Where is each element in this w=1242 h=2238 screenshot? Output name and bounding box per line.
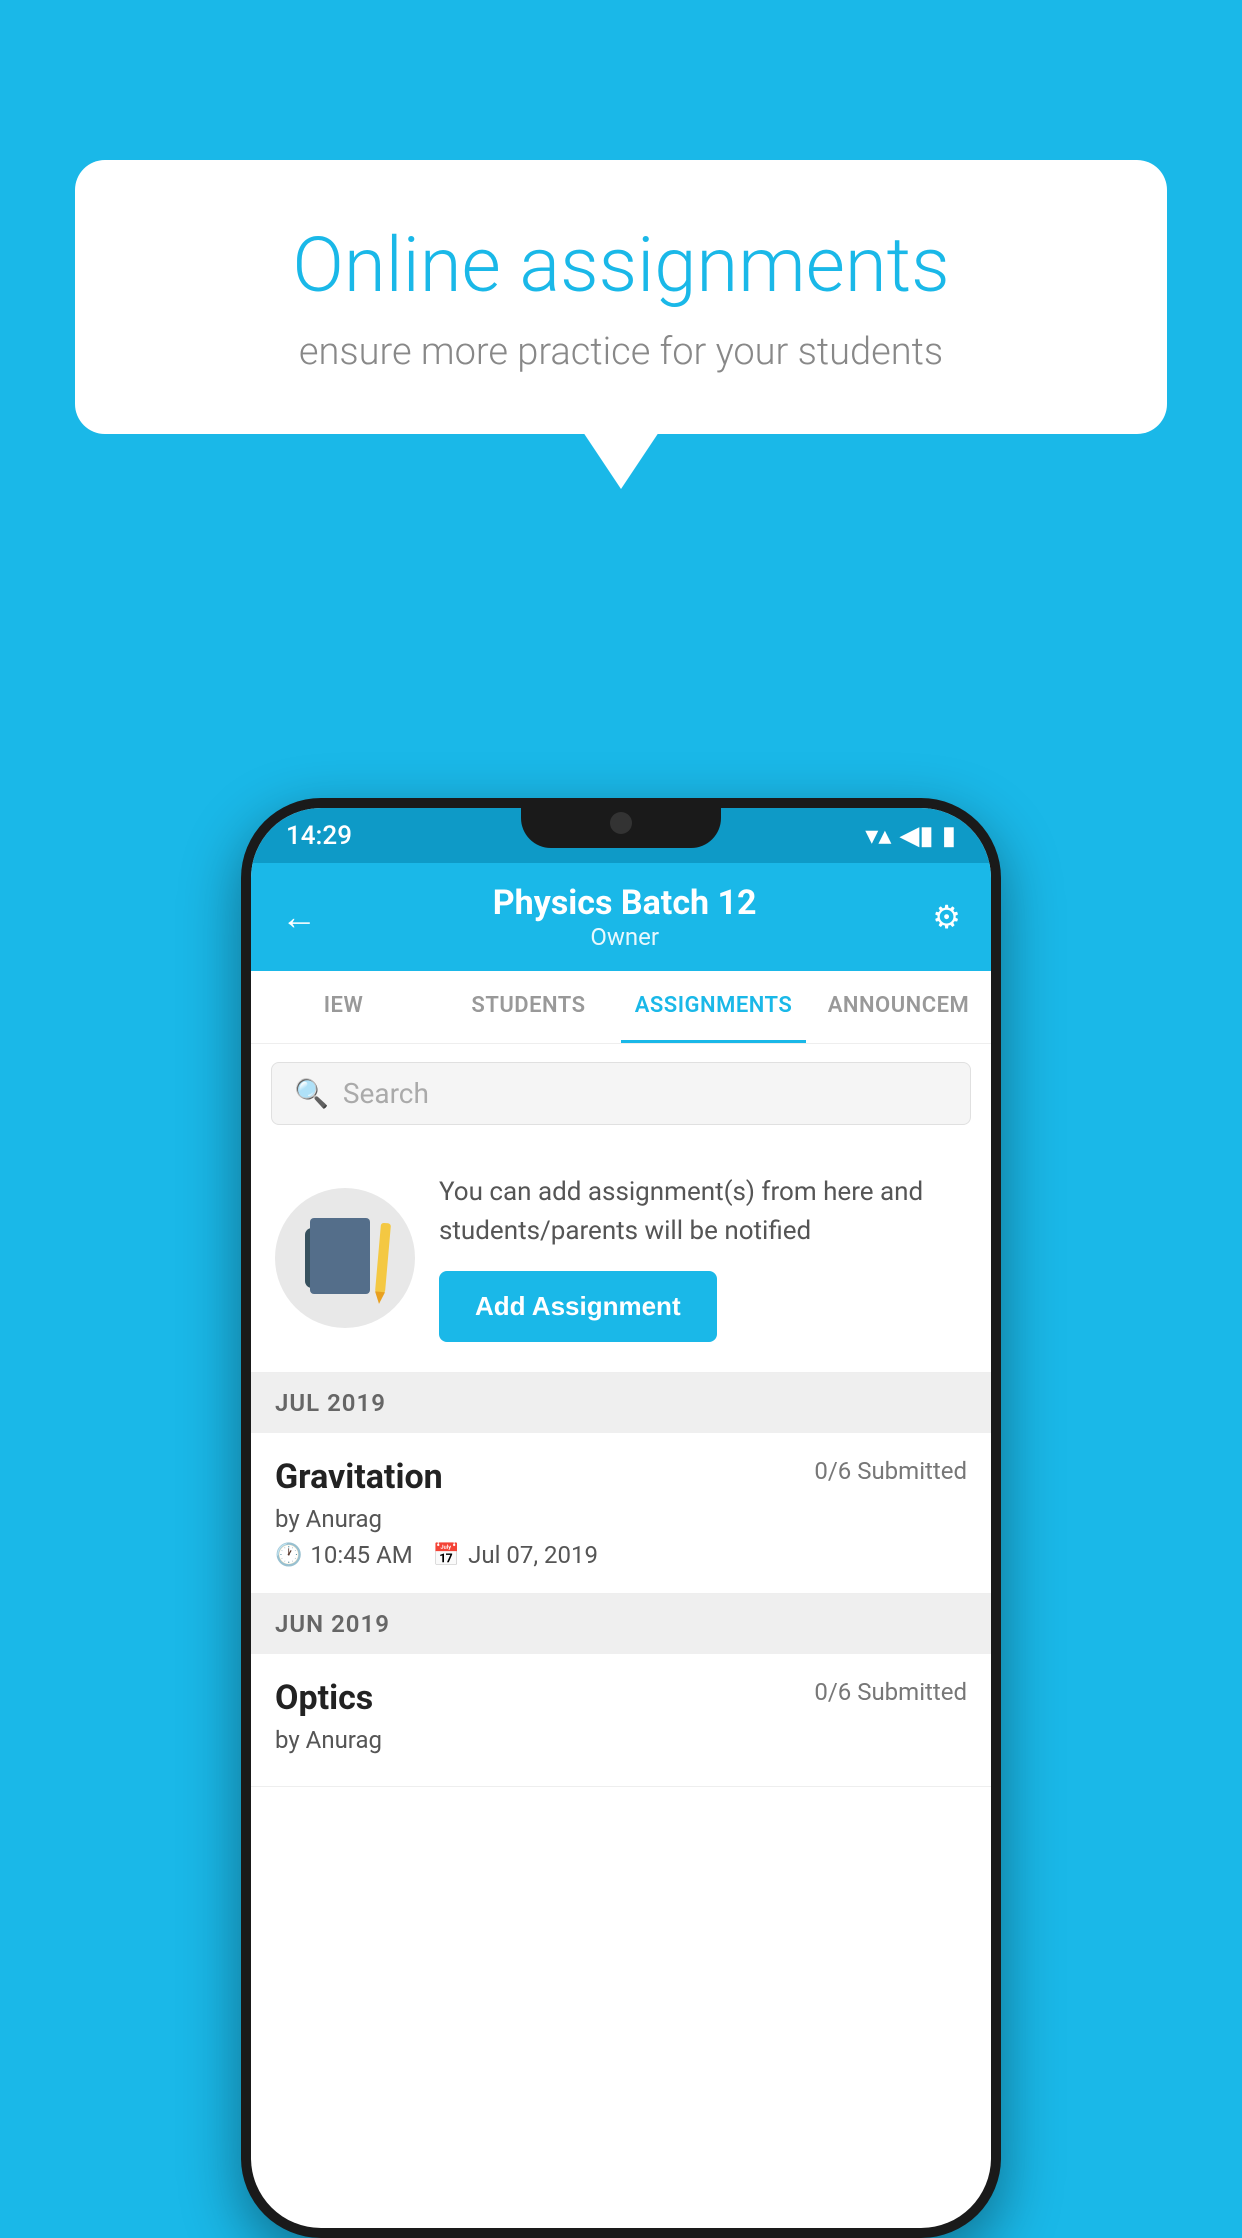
search-container: 🔍 Search <box>251 1044 991 1143</box>
tabs-bar: IEW STUDENTS ASSIGNMENTS ANNOUNCEM <box>251 971 991 1044</box>
assignment-by: by Anurag <box>275 1505 967 1533</box>
phone-screen: 14:29 ▾▴ ◀▮ ▮ ← Physics Batch 12 Owner ⚙… <box>251 808 991 2228</box>
phone-frame: 14:29 ▾▴ ◀▮ ▮ ← Physics Batch 12 Owner ⚙… <box>241 798 1001 2238</box>
assignment-header-row-optics: Optics 0/6 Submitted <box>275 1678 967 1718</box>
clock-icon: 🕐 <box>275 1543 302 1568</box>
notebook-body <box>310 1218 370 1294</box>
search-icon: 🔍 <box>294 1077 329 1110</box>
header-title-container: Physics Batch 12 Owner <box>493 883 757 951</box>
calendar-icon: 📅 <box>433 1543 460 1568</box>
tab-announcements[interactable]: ANNOUNCEM <box>806 971 991 1043</box>
time-display: 14:29 <box>286 821 352 851</box>
batch-title: Physics Batch 12 <box>493 883 757 923</box>
info-icon-circle <box>275 1188 415 1328</box>
search-input-wrapper[interactable]: 🔍 Search <box>271 1062 971 1125</box>
info-description: You can add assignment(s) from here and … <box>439 1173 967 1251</box>
batch-subtitle: Owner <box>493 923 757 951</box>
assignment-submitted: 0/6 Submitted <box>814 1457 967 1485</box>
status-icons: ▾▴ ◀▮ ▮ <box>865 821 956 851</box>
table-row[interactable]: Optics 0/6 Submitted by Anurag <box>251 1654 991 1787</box>
tab-students[interactable]: STUDENTS <box>436 971 621 1043</box>
notebook-pencil <box>375 1222 391 1293</box>
speech-bubble-container: Online assignments ensure more practice … <box>75 160 1167 434</box>
info-block: You can add assignment(s) from here and … <box>251 1143 991 1373</box>
assignment-by-optics: by Anurag <box>275 1726 967 1754</box>
settings-button[interactable]: ⚙ <box>932 898 961 936</box>
add-assignment-button[interactable]: Add Assignment <box>439 1271 717 1342</box>
assignment-meta: 🕐 10:45 AM 📅 Jul 07, 2019 <box>275 1541 967 1569</box>
battery-icon: ▮ <box>942 821 956 851</box>
notebook-icon <box>310 1218 380 1298</box>
assignment-header-row: Gravitation 0/6 Submitted <box>275 1457 967 1497</box>
wifi-icon: ▾▴ <box>865 821 891 851</box>
assignment-time: 🕐 10:45 AM <box>275 1541 413 1569</box>
app-header: ← Physics Batch 12 Owner ⚙ <box>251 863 991 971</box>
assignment-name-optics: Optics <box>275 1678 373 1718</box>
back-button[interactable]: ← <box>281 896 317 938</box>
phone-notch <box>521 798 721 848</box>
speech-bubble-subtitle: ensure more practice for your students <box>145 330 1097 374</box>
speech-bubble-title: Online assignments <box>145 220 1097 310</box>
month-separator-jun: JUN 2019 <box>251 1594 991 1654</box>
assignment-submitted-optics: 0/6 Submitted <box>814 1678 967 1706</box>
info-text: You can add assignment(s) from here and … <box>439 1173 967 1342</box>
table-row[interactable]: Gravitation 0/6 Submitted by Anurag 🕐 10… <box>251 1433 991 1594</box>
speech-bubble: Online assignments ensure more practice … <box>75 160 1167 434</box>
month-separator-jul: JUL 2019 <box>251 1373 991 1433</box>
tab-assignments[interactable]: ASSIGNMENTS <box>621 971 806 1043</box>
assignment-date: 📅 Jul 07, 2019 <box>433 1541 598 1569</box>
front-camera <box>610 812 632 834</box>
signal-icon: ◀▮ <box>899 821 933 851</box>
assignment-name: Gravitation <box>275 1457 443 1497</box>
pencil-tip <box>374 1291 385 1304</box>
search-input[interactable]: Search <box>343 1077 429 1110</box>
tab-iew[interactable]: IEW <box>251 971 436 1043</box>
